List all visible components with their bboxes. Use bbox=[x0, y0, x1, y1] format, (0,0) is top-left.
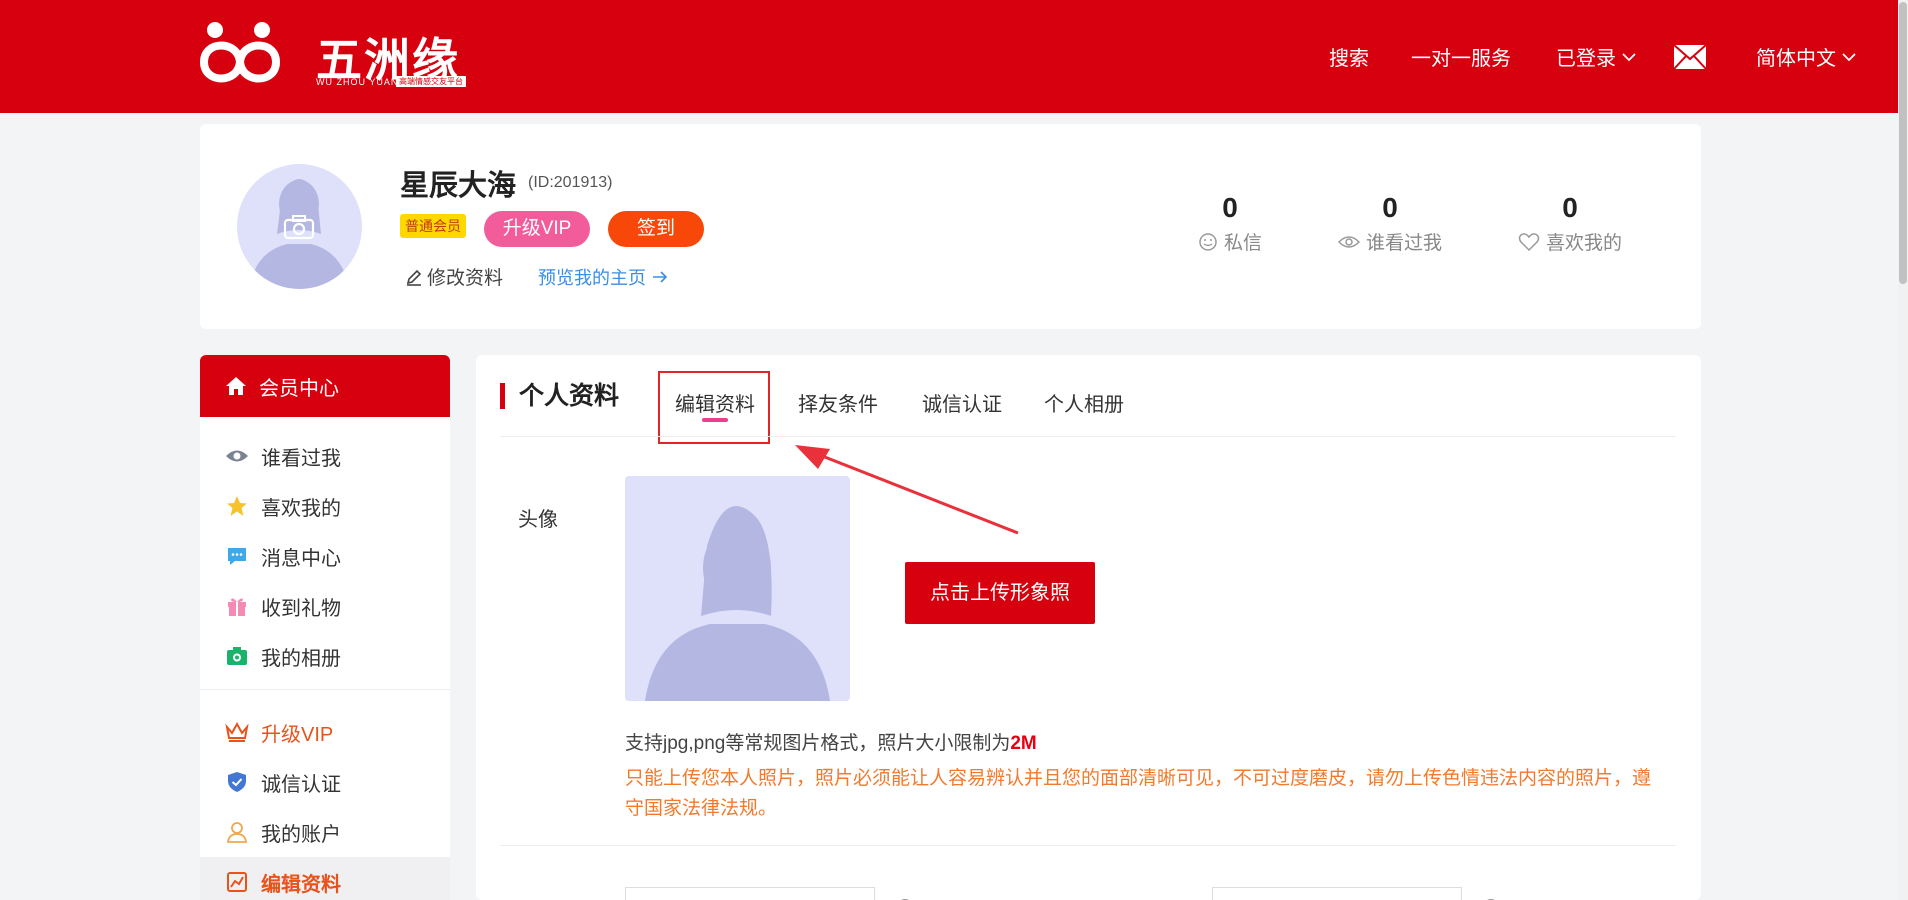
preview-homepage-label: 预览我的主页 bbox=[538, 268, 646, 288]
smile-face-icon bbox=[1199, 232, 1217, 251]
logo-slogan: 高端情感交友平台 bbox=[396, 76, 466, 87]
home-icon bbox=[226, 377, 246, 395]
stat-visitors-count: 0 bbox=[1382, 192, 1398, 223]
mail-icon bbox=[1673, 43, 1707, 70]
site-logo[interactable]: 五洲缘 WU ZHOU YUAN 高端情感交友平台 bbox=[198, 18, 478, 90]
page-scrollbar[interactable] bbox=[1898, 0, 1908, 900]
stat-messages[interactable]: 0 私信 bbox=[1180, 192, 1280, 255]
edit-profile-link[interactable]: 修改资料 bbox=[405, 263, 503, 290]
stat-likes-count: 0 bbox=[1562, 192, 1578, 223]
upload-warning-text: 只能上传您本人照片，照片必须能让人容易辨认并且您的面部清晰可见，不可过度磨皮，请… bbox=[625, 768, 1652, 819]
sidebar-item-label: 喜欢我的 bbox=[261, 497, 341, 520]
tab-friend-criteria[interactable]: 择友条件 bbox=[798, 388, 878, 417]
sidebar-divider bbox=[200, 689, 450, 690]
sidebar-item-likes[interactable]: 喜欢我的 bbox=[200, 481, 450, 531]
preview-homepage-link[interactable]: 预览我的主页 bbox=[538, 264, 668, 290]
heart-icon bbox=[1518, 232, 1540, 251]
nav-search-label: 搜索 bbox=[1329, 48, 1369, 70]
stat-messages-count: 0 bbox=[1222, 192, 1238, 223]
sidebar-item-edit-profile[interactable]: 编辑资料 bbox=[200, 857, 450, 900]
nav-login-menu[interactable]: 已登录 bbox=[1556, 0, 1636, 113]
nav-language-label: 简体中文 bbox=[1756, 48, 1836, 70]
upload-photo-button[interactable]: 点击上传形象照 bbox=[905, 562, 1095, 624]
sidebar-item-label: 消息中心 bbox=[261, 547, 341, 570]
sidebar-item-label: 诚信认证 bbox=[261, 773, 341, 796]
section-title: 个人资料 bbox=[500, 383, 619, 409]
sidebar-item-gifts[interactable]: 收到礼物 bbox=[200, 581, 450, 631]
user-icon bbox=[226, 822, 248, 843]
section-divider bbox=[500, 845, 1676, 846]
avatar[interactable] bbox=[237, 164, 362, 289]
stat-likes-label: 喜欢我的 bbox=[1545, 233, 1622, 254]
avatar-field-label: 头像 bbox=[518, 509, 558, 531]
star-icon bbox=[227, 496, 247, 516]
person-silhouette-icon bbox=[645, 506, 830, 701]
crown-icon bbox=[225, 722, 249, 742]
upload-size-limit: 2M bbox=[1010, 733, 1037, 754]
shield-check-icon bbox=[228, 772, 246, 792]
nav-login-label: 已登录 bbox=[1556, 48, 1616, 70]
sidebar-item-label: 收到礼物 bbox=[261, 597, 341, 620]
stat-messages-label: 私信 bbox=[1223, 233, 1262, 254]
logo-pinyin: WU ZHOU YUAN bbox=[316, 77, 399, 87]
sidebar-item-label: 我的账户 bbox=[261, 823, 341, 846]
upgrade-vip-button[interactable]: 升级VIP bbox=[484, 211, 590, 247]
stat-visitors-label: 谁看过我 bbox=[1365, 233, 1442, 254]
sidebar-item-upgrade-vip[interactable]: 升级VIP bbox=[200, 707, 450, 757]
gift-icon bbox=[228, 598, 246, 616]
sign-in-button[interactable]: 签到 bbox=[608, 211, 704, 247]
form-input-partial[interactable] bbox=[625, 887, 875, 900]
sidebar-item-messages[interactable]: 消息中心 bbox=[200, 531, 450, 581]
main-panel: 个人资料 编辑资料 择友条件 诚信认证 个人相册 头像 点击上传形象照 支持jp… bbox=[476, 355, 1701, 900]
sidebar-item-label: 我的相册 bbox=[261, 647, 341, 670]
stat-visitors[interactable]: 0 谁看过我 bbox=[1325, 192, 1455, 255]
eye-icon bbox=[1337, 235, 1360, 248]
form-input-partial[interactable] bbox=[1212, 887, 1462, 900]
nav-search[interactable]: 搜索 bbox=[1329, 0, 1369, 113]
upload-format-text: 支持jpg,png等常规图片格式，照片大小限制为 bbox=[625, 733, 1011, 754]
nav-service-label: 一对一服务 bbox=[1411, 48, 1511, 70]
avatar-photo-preview[interactable] bbox=[625, 476, 850, 701]
user-id: (ID:201913) bbox=[528, 174, 613, 191]
sidebar-item-label: 谁看过我 bbox=[261, 447, 341, 470]
tab-album[interactable]: 个人相册 bbox=[1044, 388, 1124, 417]
tabs-divider bbox=[500, 436, 1676, 437]
sidebar-header-label: 会员中心 bbox=[259, 377, 339, 400]
chevron-down-icon bbox=[1622, 52, 1636, 61]
nav-mail[interactable] bbox=[1673, 0, 1707, 113]
upload-format-hint: 支持jpg,png等常规图片格式，照片大小限制为2M bbox=[625, 728, 1037, 755]
top-header: 五洲缘 WU ZHOU YUAN 高端情感交友平台 搜索 一对一服务 已登录 简… bbox=[0, 0, 1908, 113]
sidebar-item-label: 编辑资料 bbox=[261, 873, 341, 896]
sidebar-item-label: 升级VIP bbox=[261, 723, 334, 746]
nav-service[interactable]: 一对一服务 bbox=[1411, 0, 1511, 113]
sidebar-item-album[interactable]: 我的相册 bbox=[200, 631, 450, 681]
sidebar-item-account[interactable]: 我的账户 bbox=[200, 807, 450, 857]
sidebar-header[interactable]: 会员中心 bbox=[200, 355, 450, 417]
chevron-down-icon bbox=[1842, 52, 1856, 61]
nickname: 星辰大海 bbox=[400, 170, 517, 202]
active-tab-indicator bbox=[702, 418, 728, 422]
edit-profile-label: 修改资料 bbox=[427, 268, 504, 289]
camera-icon bbox=[227, 647, 247, 665]
camera-icon bbox=[283, 215, 315, 240]
sidebar-item-verification[interactable]: 诚信认证 bbox=[200, 757, 450, 807]
sidebar: 会员中心 谁看过我 喜欢我的 消息中心 收到礼物 我的相册 升级VIP 诚信认证… bbox=[200, 355, 450, 900]
tab-edit-profile[interactable]: 编辑资料 bbox=[675, 388, 755, 417]
chat-bubble-icon bbox=[228, 548, 246, 565]
scrollbar-thumb[interactable] bbox=[1899, 2, 1907, 284]
pencil-icon bbox=[406, 269, 422, 286]
nav-language-menu[interactable]: 简体中文 bbox=[1756, 0, 1856, 113]
arrow-right-icon bbox=[653, 271, 668, 283]
eye-icon bbox=[226, 450, 248, 462]
profile-card: 星辰大海 (ID:201913) 普通会员 升级VIP 签到 修改资料 预览我的… bbox=[200, 124, 1701, 329]
stat-likes[interactable]: 0 喜欢我的 bbox=[1505, 192, 1635, 255]
profile-chart-icon bbox=[227, 872, 247, 892]
tab-verification[interactable]: 诚信认证 bbox=[922, 388, 1002, 417]
sidebar-item-visitors[interactable]: 谁看过我 bbox=[200, 431, 450, 481]
member-level-badge: 普通会员 bbox=[400, 214, 466, 238]
